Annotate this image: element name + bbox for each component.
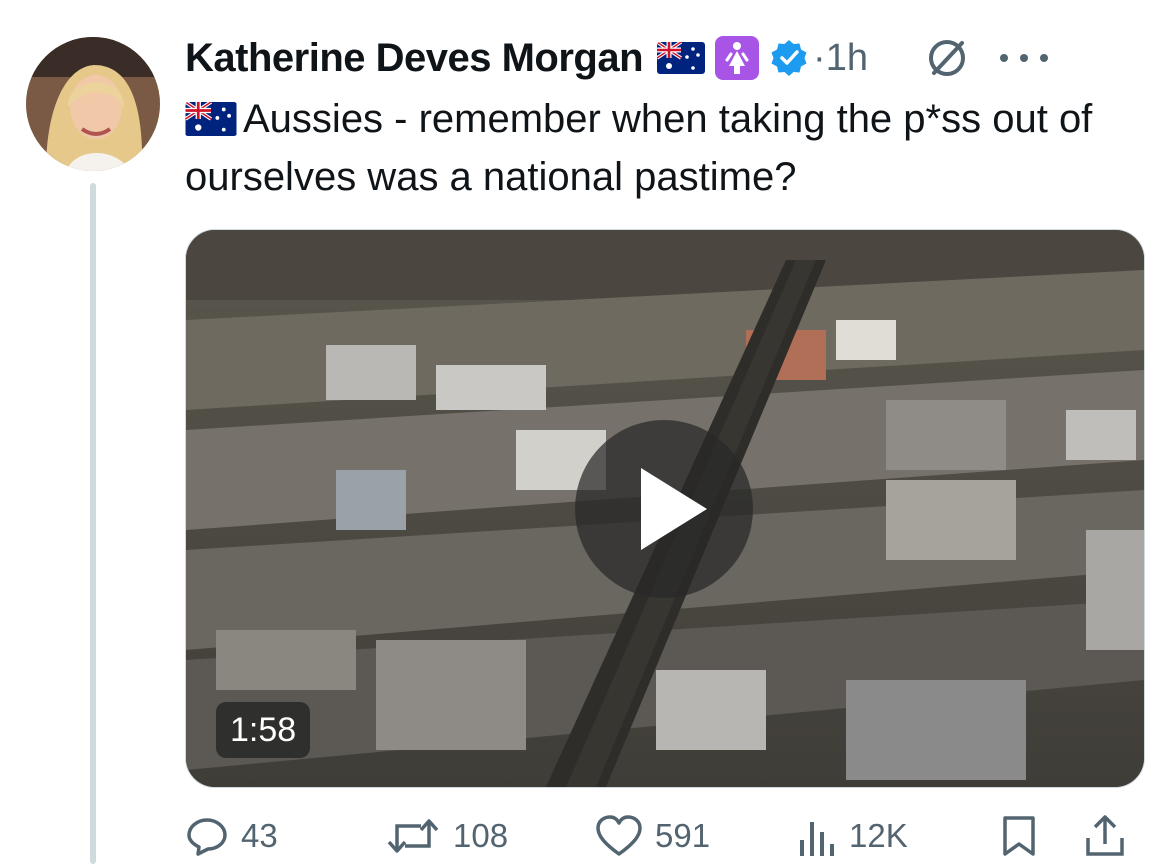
video-player[interactable]: 1:58 (185, 229, 1145, 788)
view-count: 12K (849, 817, 908, 854)
timestamp[interactable]: ·1h (813, 37, 868, 80)
reply-count: 43 (241, 817, 278, 854)
like-count: 591 (655, 817, 711, 854)
tweet-header: Katherine Deves Morgan ·1h (185, 30, 1145, 86)
heart-icon (596, 815, 642, 856)
more-options-icon[interactable] (994, 48, 1054, 68)
play-icon (641, 468, 707, 550)
grok-icon[interactable] (922, 33, 972, 83)
tweet[interactable]: Katherine Deves Morgan ·1h Aussies - rem… (0, 0, 1170, 864)
tweet-text: Aussies - remember when taking the p*ss … (185, 90, 1145, 206)
play-button[interactable] (575, 420, 753, 598)
like-button[interactable]: 591 (595, 808, 710, 864)
avatar-photo (26, 37, 160, 171)
verified-badge-icon[interactable] (769, 38, 809, 78)
retweet-icon (387, 819, 439, 853)
australian-flag-icon (185, 102, 237, 136)
australian-flag-icon (657, 42, 706, 74)
author-name[interactable]: Katherine Deves Morgan (185, 36, 644, 81)
bookmark-button[interactable] (999, 808, 1039, 864)
action-bar: 43 108 591 12K (185, 808, 1145, 864)
retweet-count: 108 (453, 817, 509, 854)
bookmark-icon (1003, 816, 1035, 856)
avatar[interactable] (26, 37, 160, 171)
reply-icon (187, 818, 227, 856)
woman-symbol-icon (715, 36, 760, 80)
views-button[interactable]: 12K (797, 808, 908, 864)
tweet-text-body: Aussies - remember when taking the p*ss … (185, 97, 1093, 199)
retweet-button[interactable]: 108 (385, 808, 508, 864)
share-icon (1086, 815, 1124, 856)
views-icon (800, 822, 834, 856)
video-duration: 1:58 (216, 702, 311, 758)
timestamp-value: 1h (825, 36, 868, 79)
timestamp-separator: · (813, 36, 826, 79)
thread-line (90, 183, 96, 864)
share-button[interactable] (1083, 808, 1127, 864)
reply-button[interactable]: 43 (185, 808, 278, 864)
